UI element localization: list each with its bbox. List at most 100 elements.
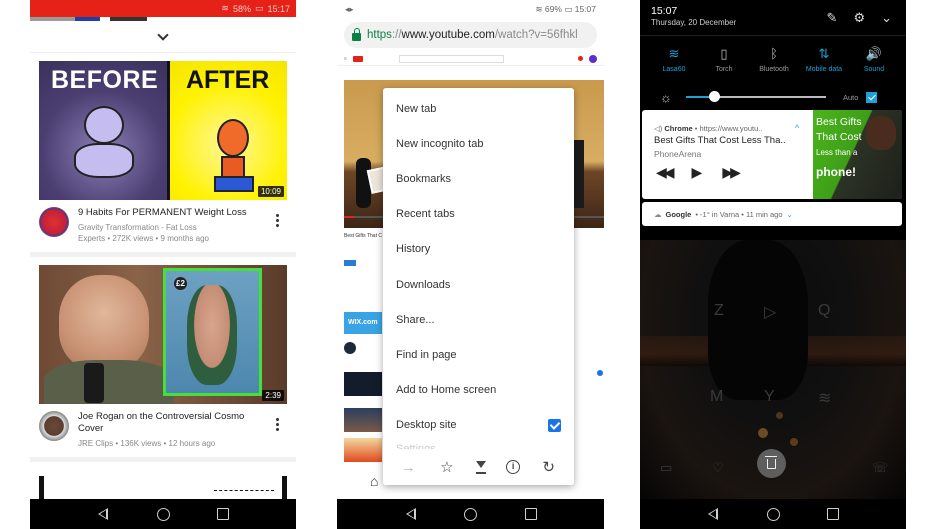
trash-icon bbox=[765, 455, 777, 469]
expand-chevron-icon[interactable]: ⌄ bbox=[787, 210, 793, 219]
menu-item-new-incognito-tab[interactable]: New incognito tab bbox=[383, 126, 574, 161]
tile-bluetooth[interactable]: ᛒ Bluetooth bbox=[750, 46, 798, 86]
media-album-art: Best Gifts That Cost Less than a phone! bbox=[813, 110, 902, 199]
media-source: • https://www.youtu.. bbox=[694, 124, 763, 133]
menu-item-label: Recent tabs bbox=[396, 208, 455, 221]
android-nav-bar bbox=[30, 499, 296, 529]
wallpaper-app-icon: ▷ bbox=[764, 304, 777, 321]
channel-avatar[interactable] bbox=[39, 207, 69, 237]
thumbnail-caption: BEFORE bbox=[51, 66, 159, 94]
info-icon[interactable]: i bbox=[506, 460, 521, 474]
menu-item-new-tab[interactable]: New tab bbox=[383, 91, 574, 126]
album-art-text: That Cost bbox=[816, 131, 862, 143]
media-notification[interactable]: ◁) Chrome • https://www.youtu.. ^ Best G… bbox=[642, 110, 902, 199]
video-title[interactable]: 9 Habits For PERMANENT Weight Loss bbox=[78, 207, 258, 219]
next-video-thumbnail-partial[interactable] bbox=[39, 476, 287, 500]
menu-item-recent-tabs[interactable]: Recent tabs bbox=[383, 197, 574, 232]
back-button[interactable] bbox=[705, 506, 721, 522]
bookmark-star-icon[interactable]: ☆ bbox=[437, 458, 457, 476]
video-duration: 2:39 bbox=[262, 390, 284, 401]
related-video-thumb[interactable] bbox=[344, 438, 382, 462]
youtube-logo[interactable] bbox=[352, 55, 363, 62]
home-button[interactable] bbox=[155, 506, 171, 522]
menu-item-label: Downloads bbox=[396, 278, 451, 291]
tile-torch[interactable]: ▯ Torch bbox=[700, 46, 748, 86]
mobile-data-icon: ⇅ bbox=[818, 46, 830, 61]
menu-item-add-to-home-screen[interactable]: Add to Home screen bbox=[383, 373, 574, 408]
brightness-slider[interactable] bbox=[686, 91, 826, 102]
video-thumbnail[interactable]: £2 2:39 bbox=[39, 265, 287, 404]
video-title[interactable]: Joe Rogan on the Controversial Cosmo Cov… bbox=[78, 411, 258, 435]
tile-wifi[interactable]: ≋ Lasa60 bbox=[650, 46, 698, 86]
tile-mobile-data[interactable]: ⇅ Mobile data bbox=[800, 46, 848, 86]
tile-label: Bluetooth bbox=[759, 66, 789, 73]
status-bar: ◂▸ ≋ 69% ▭ 15:07 bbox=[337, 0, 604, 18]
tile-sound[interactable]: 🔊 Sound bbox=[850, 46, 898, 86]
menu-item-downloads[interactable]: Downloads bbox=[383, 267, 574, 302]
wifi-icon: ≋ bbox=[668, 46, 680, 61]
auto-brightness-checkbox[interactable] bbox=[866, 91, 878, 103]
settings-gear-icon[interactable]: ⚙ bbox=[853, 10, 865, 26]
ad-banner[interactable]: WIX.com bbox=[344, 312, 382, 334]
menu-item-find-in-page[interactable]: Find in page bbox=[383, 337, 574, 372]
menu-item-share[interactable]: Share... bbox=[383, 302, 574, 337]
clear-notifications-button[interactable] bbox=[757, 449, 786, 478]
menu-item-label: Bookmarks bbox=[396, 172, 452, 185]
youtube-search-field[interactable] bbox=[398, 54, 504, 63]
play-icon[interactable]: ▶ bbox=[692, 164, 703, 181]
video-thumbnail[interactable]: BEFORE AFTER 10:09 bbox=[39, 61, 287, 200]
notification-icon[interactable] bbox=[578, 56, 583, 61]
address-bar[interactable]: https://www.youtube.com/watch?v=56fhkl bbox=[344, 22, 597, 48]
related-video-thumb[interactable] bbox=[344, 408, 382, 432]
video-item[interactable]: £2 2:39 Joe Rogan on the Controversial C… bbox=[30, 257, 296, 462]
more-options-icon[interactable] bbox=[276, 214, 279, 227]
url-host: www.youtube.com bbox=[401, 29, 495, 41]
expand-chevron-icon[interactable]: ^ bbox=[795, 123, 799, 133]
home-button[interactable] bbox=[463, 506, 479, 522]
video-item[interactable]: BEFORE AFTER 10:09 9 Habits For PERMANEN… bbox=[30, 53, 296, 257]
menu-item-desktop-site[interactable]: Desktop site bbox=[383, 408, 574, 443]
wifi-icon: ≋ bbox=[221, 3, 229, 13]
recents-button[interactable] bbox=[215, 506, 231, 522]
menu-item-label: New tab bbox=[396, 102, 437, 115]
reload-icon[interactable]: ↻ bbox=[539, 458, 559, 476]
brightness-row: ☼ Auto bbox=[640, 86, 906, 108]
back-button[interactable] bbox=[403, 506, 419, 522]
download-icon[interactable] bbox=[475, 460, 487, 474]
home-button[interactable] bbox=[765, 506, 781, 522]
dock-icon: ☏ bbox=[872, 460, 889, 475]
next-track-icon[interactable]: ▶▶ bbox=[722, 164, 740, 181]
related-video-thumb[interactable] bbox=[344, 372, 382, 396]
forward-icon[interactable]: → bbox=[398, 459, 418, 476]
edit-icon[interactable]: ✎ bbox=[827, 10, 838, 26]
account-avatar[interactable] bbox=[589, 54, 597, 63]
collapse-chevron-icon[interactable]: ⌄ bbox=[881, 10, 892, 26]
menu-item-history[interactable]: History bbox=[383, 232, 574, 267]
previous-track-icon[interactable]: ◀◀ bbox=[656, 164, 674, 181]
youtube-phone-screen: ≋ 58% ▭ 15:17 BEFORE AFTER 10:09 9 Habit… bbox=[30, 0, 296, 529]
collapse-button[interactable] bbox=[30, 21, 296, 53]
back-button[interactable] bbox=[95, 506, 111, 522]
tile-label: Torch bbox=[715, 66, 733, 73]
notification-shade-screen: Z ▷ Q M Y ≋ ▭ ♡ ☏ 15:07 Thursday, 20 Dec… bbox=[640, 0, 906, 529]
hamburger-icon[interactable]: ≡ bbox=[344, 56, 347, 62]
brightness-slider-knob[interactable] bbox=[709, 91, 720, 102]
back-icon bbox=[98, 508, 108, 520]
youtube-desktop-header: ≡ bbox=[337, 52, 604, 66]
google-weather-notification[interactable]: ☁ Google • -1° in Varna • 11 min ago ⌄ bbox=[642, 202, 902, 226]
channel-avatar[interactable] bbox=[39, 411, 69, 441]
bokeh bbox=[776, 412, 783, 419]
url-separator: :// bbox=[391, 29, 402, 41]
recents-button[interactable] bbox=[523, 506, 539, 522]
sound-icon: 🔊 bbox=[865, 46, 883, 61]
autoplay-toggle[interactable] bbox=[597, 370, 603, 376]
menu-item-bookmarks[interactable]: Bookmarks bbox=[383, 161, 574, 196]
chrome-overflow-menu: New tab New incognito tab Bookmarks Rece… bbox=[383, 88, 574, 485]
desktop-site-checkbox[interactable] bbox=[548, 418, 561, 432]
more-options-icon[interactable] bbox=[276, 418, 279, 431]
home-icon[interactable]: ⌂ bbox=[370, 473, 378, 489]
url-path: /watch?v=56fhkl bbox=[494, 29, 578, 41]
ad-avatar bbox=[344, 342, 356, 354]
battery-label: 69% bbox=[544, 3, 562, 14]
recents-button[interactable] bbox=[825, 506, 841, 522]
